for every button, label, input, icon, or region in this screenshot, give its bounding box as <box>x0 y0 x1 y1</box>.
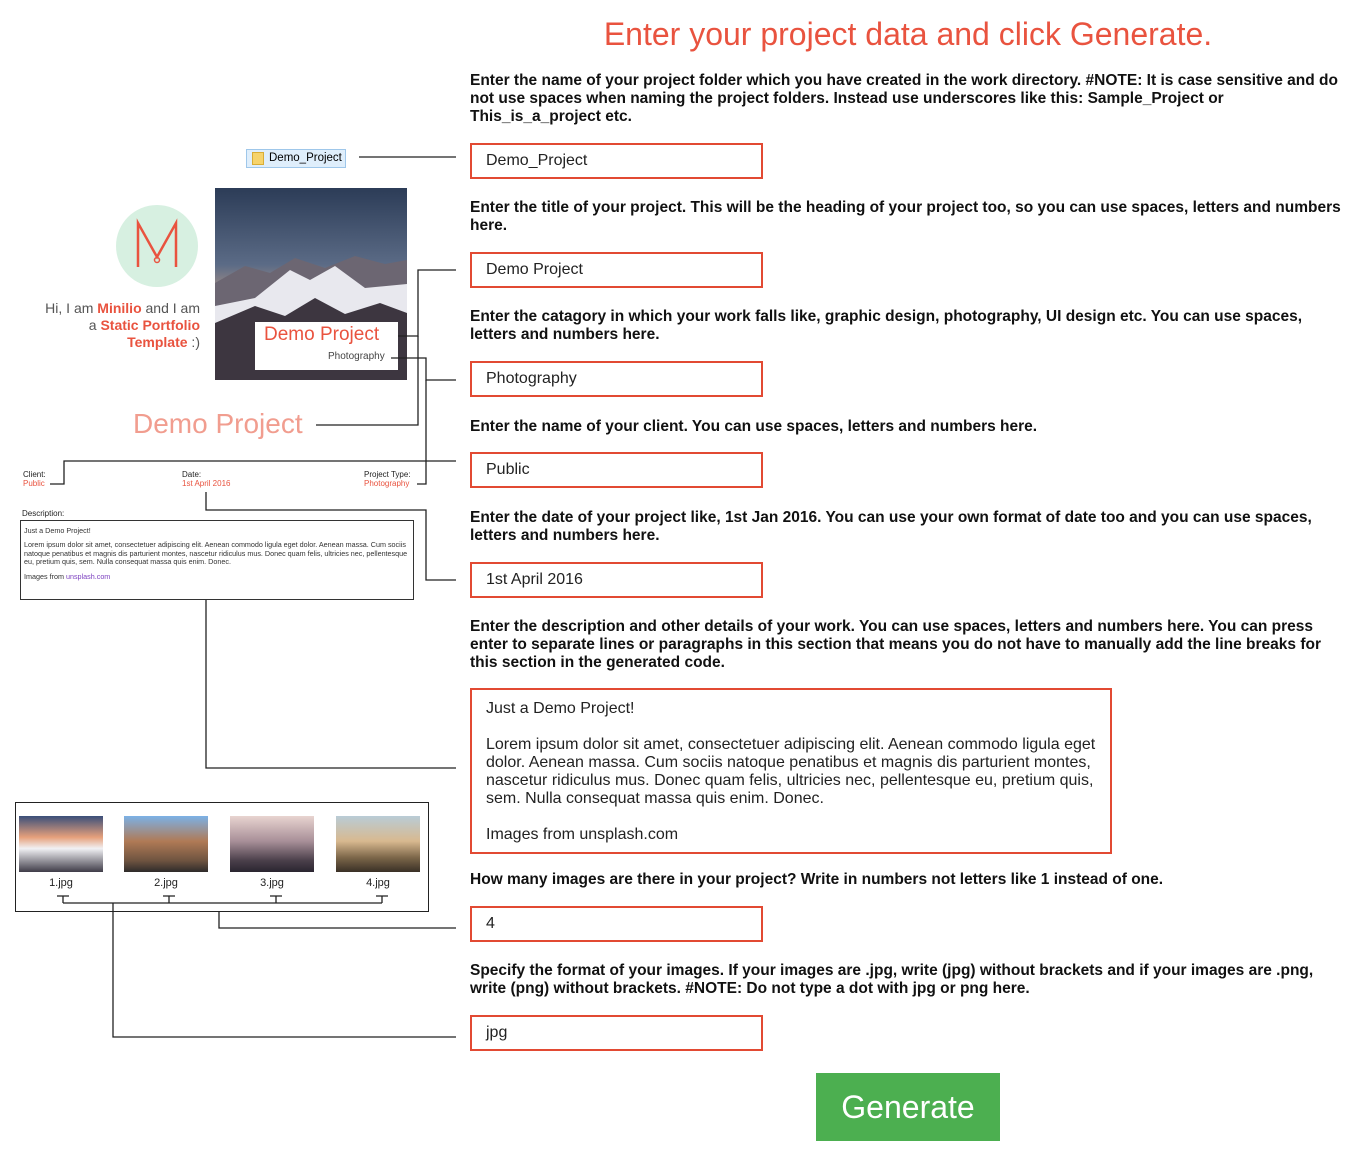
connector-lines <box>50 156 456 1038</box>
